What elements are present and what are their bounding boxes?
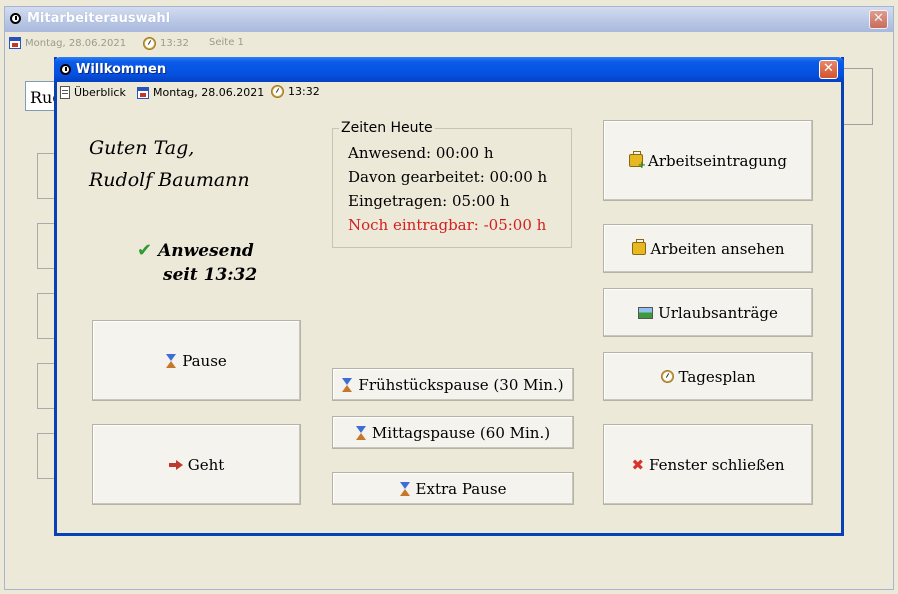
zeiten-heute-legend: Zeiten Heute <box>339 120 435 136</box>
fenster-schliessen-button[interactable]: ✖ Fenster schließen <box>603 424 813 505</box>
geht-button-label: Geht <box>187 455 225 474</box>
geht-button[interactable]: Geht <box>92 424 301 505</box>
background-status-time: 13:32 <box>160 38 189 49</box>
status-date: Montag, 28.06.2021 <box>153 86 265 99</box>
background-status-page: Seite 1 <box>209 37 244 48</box>
clock-icon <box>10 13 21 24</box>
document-icon <box>60 86 70 99</box>
dialog-title-bar: Willkommen ✕ <box>54 57 844 82</box>
presence-label: Anwesend <box>158 240 254 261</box>
hourglass-icon <box>166 353 177 368</box>
urlaubsantraege-label: Urlaubsanträge <box>658 303 778 322</box>
presence-status: ✔ Anwesend <box>137 240 254 261</box>
tagesplan-label: Tagesplan <box>678 367 756 386</box>
welcome-dialog: Willkommen ✕ Überblick Montag, 28.06.202… <box>54 57 844 536</box>
fruehstueckspause-button[interactable]: Frühstückspause (30 Min.) <box>332 368 574 401</box>
clock-icon <box>60 64 71 75</box>
background-title-bar: Mitarbeiterauswahl ✕ <box>5 7 893 32</box>
checkmark-icon: ✔ <box>137 240 153 261</box>
hourglass-icon <box>355 425 367 440</box>
briefcase-add-icon <box>628 151 646 171</box>
clock-icon <box>143 37 156 50</box>
clock-icon <box>271 85 284 98</box>
arbeiten-ansehen-button[interactable]: Arbeiten ansehen <box>603 224 813 273</box>
presence-since: seit 13:32 <box>163 265 258 285</box>
status-time: 13:32 <box>288 85 320 98</box>
briefcase-icon <box>631 239 646 255</box>
fruehstueckspause-label: Frühstückspause (30 Min.) <box>358 375 564 394</box>
arbeiten-ansehen-label: Arbeiten ansehen <box>650 239 785 258</box>
dialog-status-bar: Überblick Montag, 28.06.2021 13:32 <box>57 82 841 102</box>
extra-pause-button[interactable]: Extra Pause <box>332 472 574 505</box>
close-x-icon: ✖ <box>631 455 645 474</box>
mittagspause-button[interactable]: Mittagspause (60 Min.) <box>332 416 574 449</box>
background-status-bar: Montag, 28.06.2021 13:32 Seite 1 <box>5 32 893 54</box>
greeting-line1: Guten Tag, <box>89 137 195 159</box>
tagesplan-button[interactable]: Tagesplan <box>603 352 813 401</box>
calendar-icon <box>9 37 21 49</box>
greeting-name: Rudolf Baumann <box>89 169 250 191</box>
arbeitseintragung-button[interactable]: Arbeitseintragung <box>603 120 813 201</box>
zeit-anwesend: Anwesend: 00:00 h <box>348 144 494 162</box>
fenster-schliessen-label: Fenster schließen <box>649 455 785 474</box>
background-close-button[interactable]: ✕ <box>869 10 888 29</box>
zeiten-heute-group: Zeiten Heute Anwesend: 00:00 h Davon gea… <box>332 120 572 248</box>
zeit-gearbeitet: Davon gearbeitet: 00:00 h <box>348 168 548 186</box>
mittagspause-label: Mittagspause (60 Min.) <box>371 423 551 442</box>
arbeitseintragung-label: Arbeitseintragung <box>647 151 787 170</box>
urlaubsantraege-button[interactable]: Urlaubsanträge <box>603 288 813 337</box>
arrow-right-icon <box>168 459 183 470</box>
picture-icon <box>638 306 654 319</box>
background-window-title: Mitarbeiterauswahl <box>27 11 171 26</box>
clock-icon <box>660 370 674 383</box>
background-status-date: Montag, 28.06.2021 <box>25 37 127 49</box>
pause-button-label: Pause <box>182 351 227 370</box>
zeit-eintragbar: Noch eintragbar: -05:00 h <box>348 216 547 234</box>
status-overview[interactable]: Überblick <box>74 86 126 99</box>
hourglass-icon <box>399 481 411 496</box>
background-field-edge <box>839 68 873 125</box>
calendar-icon <box>137 86 149 99</box>
pause-button[interactable]: Pause <box>92 320 301 401</box>
dialog-close-button[interactable]: ✕ <box>819 60 838 79</box>
dialog-title: Willkommen <box>76 62 167 77</box>
extra-pause-label: Extra Pause <box>415 479 507 498</box>
hourglass-icon <box>342 377 353 392</box>
zeit-eingetragen: Eingetragen: 05:00 h <box>348 192 510 210</box>
